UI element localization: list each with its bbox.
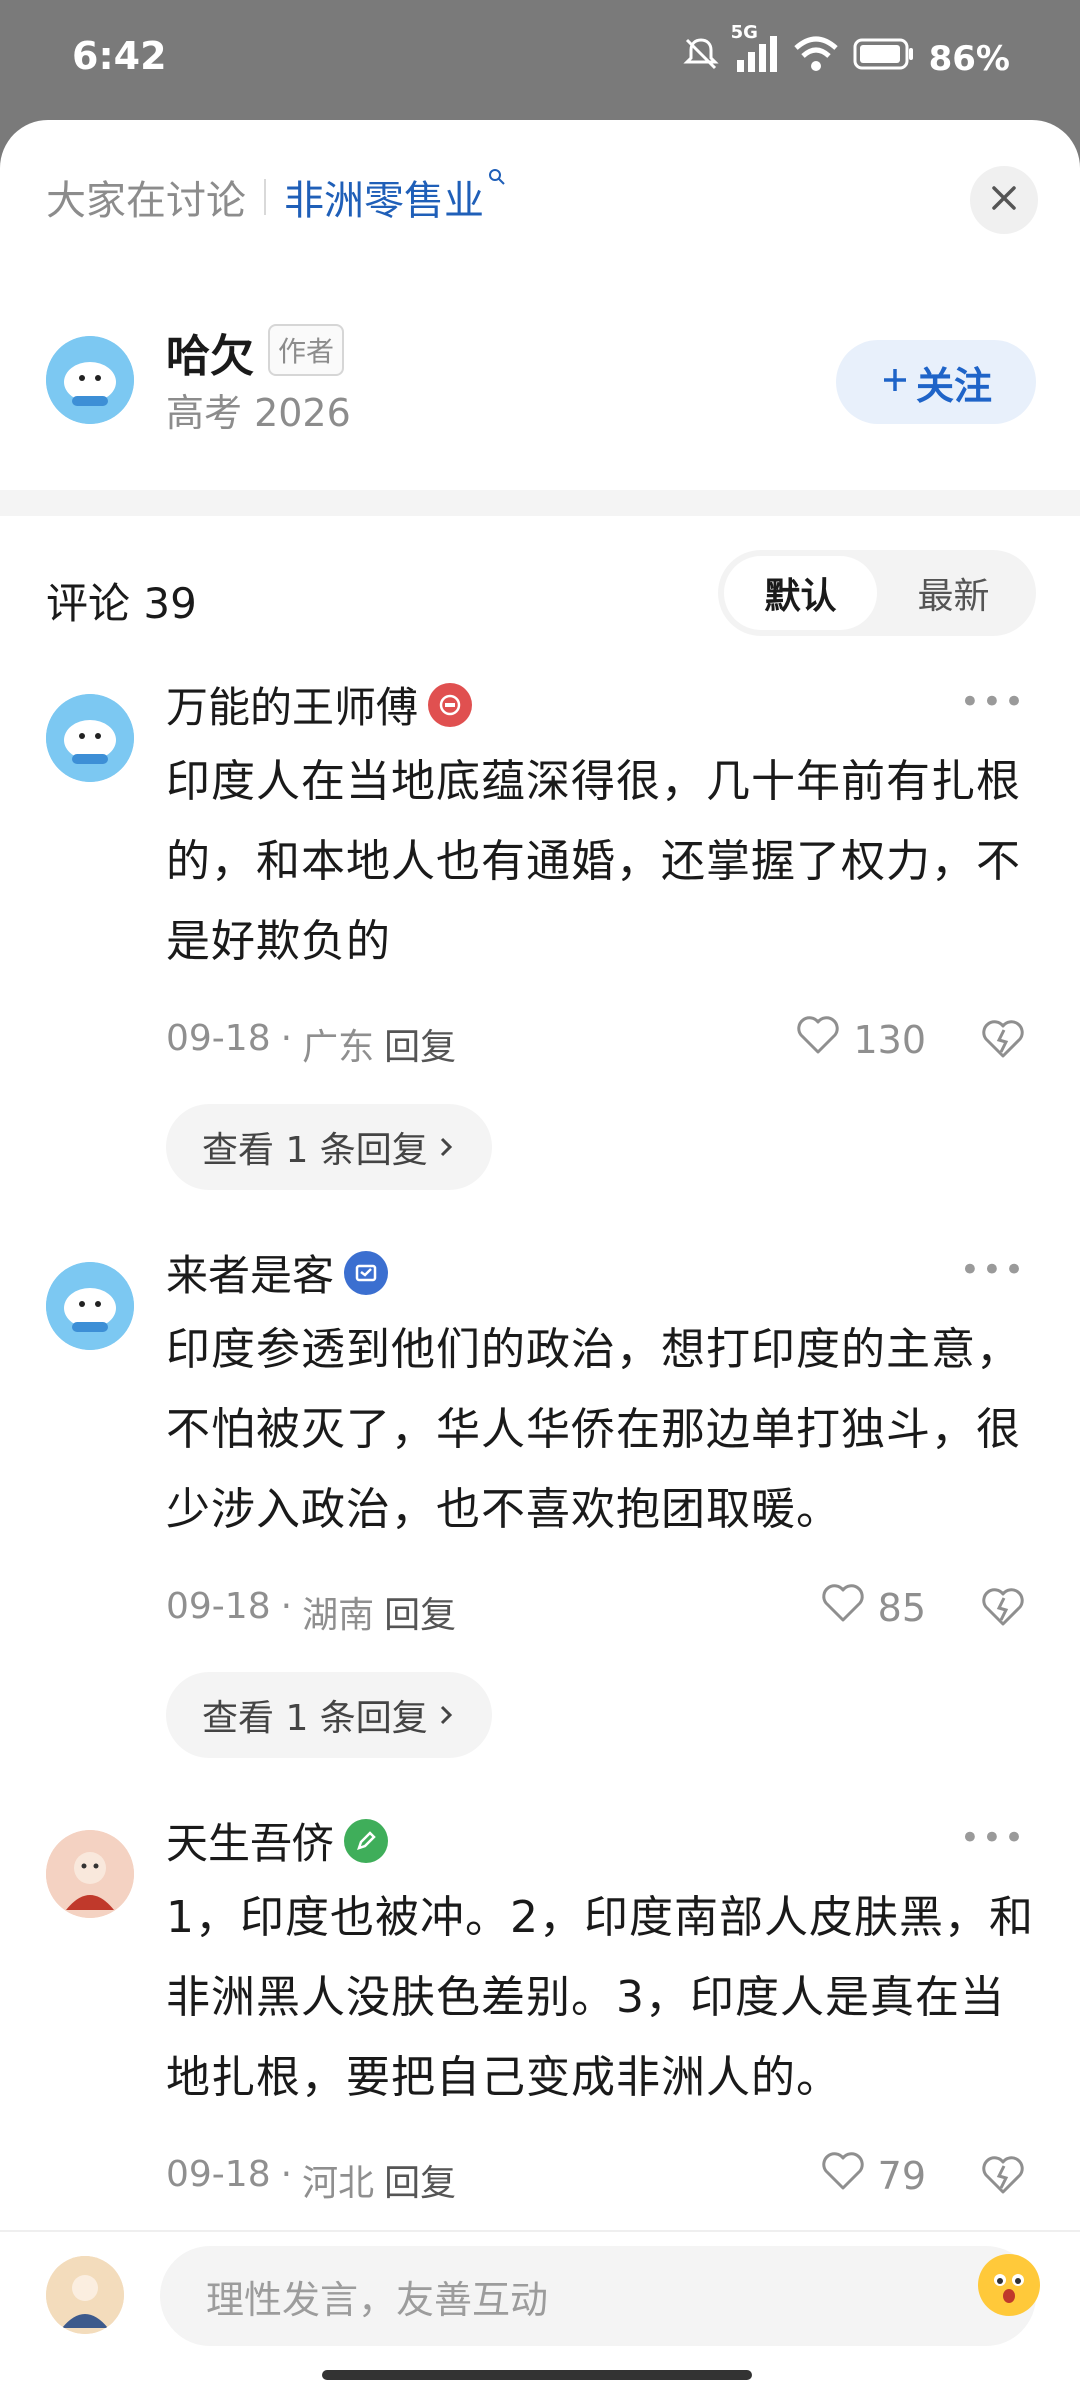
comments-count: 评论 39 (46, 579, 197, 628)
author-row: 哈欠 作者 高考 2026 关注 (46, 320, 1036, 435)
topic-lead: 大家在讨论 (46, 178, 246, 224)
level-badge-icon (344, 1250, 389, 1295)
level-badge-icon (344, 1818, 389, 1863)
plus-icon (880, 360, 910, 404)
home-indicator (322, 2370, 752, 2380)
comment-item: 万能的王师傅 ••• 印度人在当地底蕴深得很，几十年前有扎根的，和本地人也有通婚… (46, 682, 1036, 1190)
topic-divider (264, 179, 266, 215)
like-button[interactable]: 79 (820, 2150, 926, 2201)
level-badge-icon (428, 682, 473, 727)
topic-bar: 大家在讨论 非洲零售业 (46, 168, 506, 226)
topic-link[interactable]: 非洲零售业 (284, 168, 484, 226)
comments-header: 评论 39 默认 最新 (46, 550, 1036, 640)
like-button[interactable]: 85 (820, 1582, 926, 1633)
commenter-avatar[interactable] (46, 1262, 134, 1350)
mute-icon (681, 34, 721, 83)
comment-input[interactable]: 理性发言，友善互动 (160, 2246, 1036, 2346)
comment-sheet: 大家在讨论 非洲零售业 哈欠 作者 高考 2026 关注 评论 39 默认 最新… (0, 120, 1080, 2400)
view-replies-button[interactable]: 查看 1 条回复 (166, 1104, 492, 1190)
dislike-icon[interactable] (980, 1586, 1026, 1632)
author-name[interactable]: 哈欠 (166, 320, 254, 384)
author-avatar[interactable] (46, 336, 134, 424)
more-icon[interactable]: ••• (960, 1818, 1026, 1858)
comment-date: 09-18 (166, 2154, 271, 2195)
search-icon[interactable] (488, 167, 506, 192)
status-bar: 6:42 5G 86% (0, 0, 1080, 120)
commenter-name-row: 万能的王师傅 (166, 674, 473, 735)
sort-latest-tab[interactable]: 最新 (877, 556, 1030, 630)
view-replies-label: 查看 1 条回复 (202, 1130, 428, 1171)
section-divider (0, 490, 1080, 516)
wifi-icon (793, 34, 839, 83)
network-label: 5G (730, 22, 758, 43)
comment-date: 09-18 (166, 1586, 271, 1627)
like-count: 85 (877, 1585, 926, 1630)
commenter-name[interactable]: 来者是客 (166, 1242, 334, 1303)
more-icon[interactable]: ••• (960, 682, 1026, 722)
reply-button[interactable]: 回复 (384, 2154, 456, 2206)
comment-date: 09-18 (166, 1018, 271, 1059)
view-replies-label: 查看 1 条回复 (202, 1698, 428, 1739)
close-icon (989, 183, 1019, 217)
sort-default-tab[interactable]: 默认 (724, 556, 877, 630)
comment-item: 天生吾侪 ••• 1，印度也被冲。2，印度南部人皮肤黑，和非洲黑人没肤色差别。3… (46, 1818, 1036, 2218)
comment-location: 河北 (302, 2163, 375, 2204)
signal-icon: 5G (731, 22, 779, 83)
more-icon[interactable]: ••• (960, 1250, 1026, 1290)
comment-item: 来者是客 ••• 印度参透到他们的政治，想打印度的主意，不怕被灭了，华人华侨在那… (46, 1250, 1036, 1758)
reply-button[interactable]: 回复 (384, 1586, 456, 1638)
sort-toggle: 默认 最新 (718, 550, 1036, 636)
chevron-right-icon (436, 1695, 456, 1736)
comment-meta: 09-18 · 湖南 回复 (166, 1586, 456, 1638)
status-time: 6:42 (72, 34, 167, 78)
commenter-name[interactable]: 天生吾侪 (166, 1810, 334, 1871)
view-replies-button[interactable]: 查看 1 条回复 (166, 1672, 492, 1758)
follow-button[interactable]: 关注 (836, 340, 1036, 424)
commenter-name-row: 来者是客 (166, 1242, 389, 1303)
commenter-name-row: 天生吾侪 (166, 1810, 389, 1871)
meta-dot: · (280, 2154, 293, 2195)
like-button[interactable]: 130 (795, 1014, 926, 1065)
reply-button[interactable]: 回复 (384, 1018, 456, 1070)
comment-location: 广东 (302, 1027, 375, 1068)
comment-input-placeholder: 理性发言，友善互动 (206, 2277, 549, 2322)
commenter-avatar[interactable] (46, 694, 134, 782)
emoji-icon[interactable] (978, 2254, 1040, 2316)
comment-text: 1，印度也被冲。2，印度南部人皮肤黑，和非洲黑人没肤色差别。3，印度人是真在当地… (166, 1892, 1034, 2103)
like-count: 79 (877, 2153, 926, 2198)
follow-label: 关注 (915, 363, 992, 408)
heart-icon (820, 2150, 866, 2201)
commenter-avatar[interactable] (46, 1830, 134, 1918)
close-button[interactable] (970, 166, 1038, 234)
comment-meta: 09-18 · 河北 回复 (166, 2154, 456, 2206)
battery-level: 86% (928, 38, 1010, 79)
meta-dot: · (280, 1018, 293, 1059)
battery-icon (853, 34, 915, 83)
status-icons: 5G 86% (681, 22, 1010, 83)
comment-text: 印度人在当地底蕴深得很，几十年前有扎根的，和本地人也有通婚，还掌握了权力，不是好… (166, 756, 1021, 967)
author-tag: 作者 (268, 324, 345, 376)
comment-text: 印度参透到他们的政治，想打印度的主意，不怕被灭了，华人华侨在那边单打独斗，很少涉… (166, 1324, 1021, 1535)
comment-meta: 09-18 · 广东 回复 (166, 1018, 456, 1070)
author-subtitle: 高考 2026 (166, 391, 351, 435)
commenter-name[interactable]: 万能的王师傅 (166, 674, 418, 735)
like-count: 130 (853, 1017, 926, 1062)
chevron-right-icon (436, 1127, 456, 1168)
my-avatar[interactable] (46, 2256, 124, 2334)
heart-icon (820, 1582, 866, 1633)
dislike-icon[interactable] (980, 1018, 1026, 1064)
comment-location: 湖南 (302, 1595, 375, 1636)
meta-dot: · (280, 1586, 293, 1627)
dislike-icon[interactable] (980, 2154, 1026, 2200)
heart-icon (795, 1014, 841, 1065)
